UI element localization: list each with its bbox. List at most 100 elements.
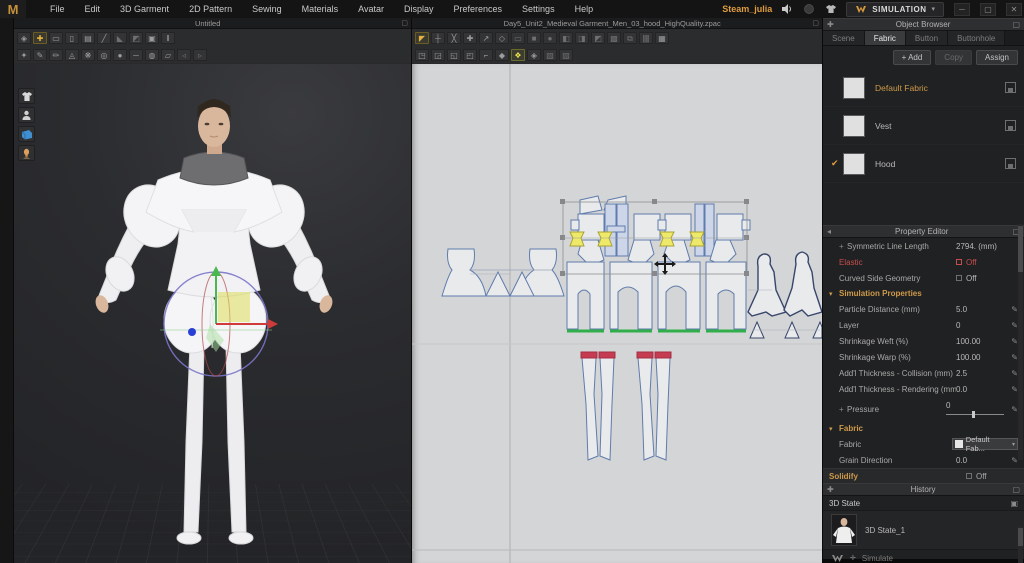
circle-tool-icon[interactable]: ● xyxy=(543,31,557,44)
fabric-swatch[interactable] xyxy=(843,76,865,99)
edit-pattern-tool-icon[interactable]: ┼ xyxy=(431,31,445,44)
edit-pencil-icon[interactable]: ✎ xyxy=(1008,385,1018,394)
menu-3d-garment[interactable]: 3D Garment xyxy=(110,0,179,18)
sewing-tool-icon[interactable]: ◣ xyxy=(113,31,127,44)
wind-tool-icon[interactable]: ❋ xyxy=(81,48,95,61)
history-item-simulate[interactable]: ✛ Simulate xyxy=(823,550,1024,563)
fabric-dropdown[interactable]: Default Fab... ▾ xyxy=(952,435,1018,453)
show-fabric-icon[interactable] xyxy=(18,126,35,142)
avatar-show-tool-icon[interactable]: ✦ xyxy=(17,48,31,61)
polygon-tool-icon[interactable]: ▭ xyxy=(511,31,525,44)
pin-tool-icon[interactable]: ✎ xyxy=(33,48,47,61)
menu-display[interactable]: Display xyxy=(394,0,444,18)
fabric-row-default[interactable]: Default Fabric xyxy=(823,69,1024,107)
internal-polygon-tool-icon[interactable]: ◨ xyxy=(575,31,589,44)
prop-layer[interactable]: Layer 0 ✎ xyxy=(823,317,1024,333)
undock-icon[interactable]: ▢ xyxy=(401,19,408,27)
edit-sewing-tool-icon[interactable]: ⌐ xyxy=(479,48,493,61)
copy-fabric-button[interactable]: Copy xyxy=(935,50,972,65)
section-fabric[interactable]: ▾ Fabric xyxy=(823,421,1024,436)
edit-pencil-icon[interactable]: ✎ xyxy=(1008,305,1018,314)
edit-pencil-icon[interactable]: ✎ xyxy=(1008,405,1018,414)
edit-pencil-icon[interactable]: ✎ xyxy=(1008,353,1018,362)
texture-edit-tool-icon[interactable]: ◈ xyxy=(527,48,541,61)
edit-curve-tool-icon[interactable]: ↗ xyxy=(479,31,493,44)
seam-allowance-tool-icon[interactable]: ||| xyxy=(639,31,653,44)
edit-point-tool-icon[interactable]: ╳ xyxy=(447,31,461,44)
arrow-left-icon[interactable]: ◃ xyxy=(177,48,191,61)
tunic-pattern-left[interactable] xyxy=(570,195,668,267)
scrollbar-thumb[interactable] xyxy=(1018,226,1023,272)
tab-button[interactable]: Button xyxy=(905,31,949,45)
menu-avatar[interactable]: Avatar xyxy=(348,0,394,18)
pen-tool-icon[interactable]: ╱ xyxy=(97,31,111,44)
section-solidify[interactable]: Solidify Off xyxy=(823,468,1024,483)
fabric-swatch[interactable] xyxy=(843,152,865,175)
checkbox-icon[interactable] xyxy=(966,473,972,480)
add-point-tool-icon[interactable]: ✚ xyxy=(463,31,477,44)
prop-elastic[interactable]: Elastic Off xyxy=(823,254,1024,270)
stocking-patterns[interactable] xyxy=(580,351,672,461)
free-sew-tool-icon[interactable]: ◲ xyxy=(431,48,445,61)
property-editor-scrollbar[interactable] xyxy=(1018,224,1023,460)
mn-segment-sew-tool-icon[interactable]: ◱ xyxy=(447,48,461,61)
menu-preferences[interactable]: Preferences xyxy=(444,0,513,18)
save-fabric-icon[interactable] xyxy=(1005,120,1016,131)
brush-tool-icon[interactable]: ✏ xyxy=(49,48,63,61)
fabric-row-hood[interactable]: ✔ Hood xyxy=(823,145,1024,183)
state-item-row[interactable]: 3D State_1 xyxy=(823,510,1024,550)
prop-shrinkage-warp[interactable]: Shrinkage Warp (%) 100.00 ✎ xyxy=(823,349,1024,365)
add-fabric-button[interactable]: + Add xyxy=(892,50,932,65)
simulation-button[interactable]: SIMULATION ▾ xyxy=(846,1,944,17)
tab-fabric[interactable]: Fabric xyxy=(864,31,906,45)
menu-help[interactable]: Help xyxy=(565,0,604,18)
gizmo-plane-handle[interactable] xyxy=(218,292,250,322)
undock-icon[interactable]: ▢ xyxy=(1012,485,1020,494)
close-button[interactable]: ✕ xyxy=(1006,2,1022,16)
prop-particle-distance[interactable]: Particle Distance (mm) 5.0 ✎ xyxy=(823,301,1024,317)
prop-thickness-rendering[interactable]: Add'l Thickness - Rendering (mm 0.0 ✎ xyxy=(823,381,1024,397)
rect-select-tool-icon[interactable]: ▭ xyxy=(49,31,63,44)
line-tool-icon[interactable]: ─ xyxy=(129,48,143,61)
prop-thickness-collision[interactable]: Add'l Thickness - Collision (mm) 2.5 ✎ xyxy=(823,365,1024,381)
edit-pencil-icon[interactable]: ✎ xyxy=(1008,321,1018,330)
maximize-button[interactable]: ▢ xyxy=(980,2,996,16)
garment-mode-icon[interactable] xyxy=(824,3,838,15)
internal-circle-tool-icon[interactable]: ▩ xyxy=(607,31,621,44)
fabric-swatch[interactable] xyxy=(843,114,865,137)
menu-materials[interactable]: Materials xyxy=(292,0,349,18)
layer-clone-tool-icon[interactable]: ▣ xyxy=(145,31,159,44)
gizmo-origin-handle[interactable] xyxy=(188,328,196,336)
segment-sew-tool-icon[interactable]: ◳ xyxy=(415,48,429,61)
collar-pattern[interactable] xyxy=(424,64,565,297)
measure-tool-icon[interactable]: ◍ xyxy=(145,48,159,61)
dot-tool-icon[interactable]: ● xyxy=(113,48,127,61)
prop-pressure[interactable]: + Pressure 0 ✎ xyxy=(823,397,1024,421)
undock-icon[interactable]: ▢ xyxy=(812,19,819,27)
baseline-tool-icon[interactable]: ▧ xyxy=(543,48,557,61)
select-move-tool-icon[interactable]: ✚ xyxy=(33,31,47,44)
prop-fabric[interactable]: Fabric Default Fab... ▾ xyxy=(823,435,1024,453)
collapse-icon[interactable]: ✚ xyxy=(827,20,834,29)
edit-pencil-icon[interactable]: ✎ xyxy=(1008,337,1018,346)
tab-buttonhole[interactable]: Buttonhole xyxy=(948,31,1006,45)
pattern-2d-titlebar[interactable]: Day5_Unit2_Medieval Garment_Men_03_hood_… xyxy=(412,18,822,29)
box-create-tool-icon[interactable]: ▤ xyxy=(81,31,95,44)
hood-patterns[interactable] xyxy=(747,251,822,339)
collapse-icon[interactable]: ◂ xyxy=(827,227,831,236)
gizmo-tool-icon[interactable]: ◈ xyxy=(17,31,31,44)
dart-tool-icon[interactable]: ◧ xyxy=(559,31,573,44)
menu-sewing[interactable]: Sewing xyxy=(242,0,292,18)
object-browser-header[interactable]: ✚ Object Browser ▢ xyxy=(823,18,1024,31)
show-avatar-icon[interactable] xyxy=(18,107,35,123)
viewport-3d-titlebar[interactable]: Untitled ▢ xyxy=(14,18,411,29)
pressure-slider[interactable] xyxy=(946,410,1004,418)
pattern-2d-canvas[interactable] xyxy=(412,64,822,563)
viewport-3d[interactable] xyxy=(14,64,411,563)
grading-tool-icon[interactable]: ▦ xyxy=(655,31,669,44)
menu-settings[interactable]: Settings xyxy=(512,0,565,18)
save-fabric-icon[interactable] xyxy=(1005,82,1016,93)
menu-file[interactable]: File xyxy=(40,0,75,18)
show-garment-icon[interactable] xyxy=(18,88,35,104)
prop-curved-side-geometry[interactable]: Curved Side Geometry Off xyxy=(823,270,1024,286)
